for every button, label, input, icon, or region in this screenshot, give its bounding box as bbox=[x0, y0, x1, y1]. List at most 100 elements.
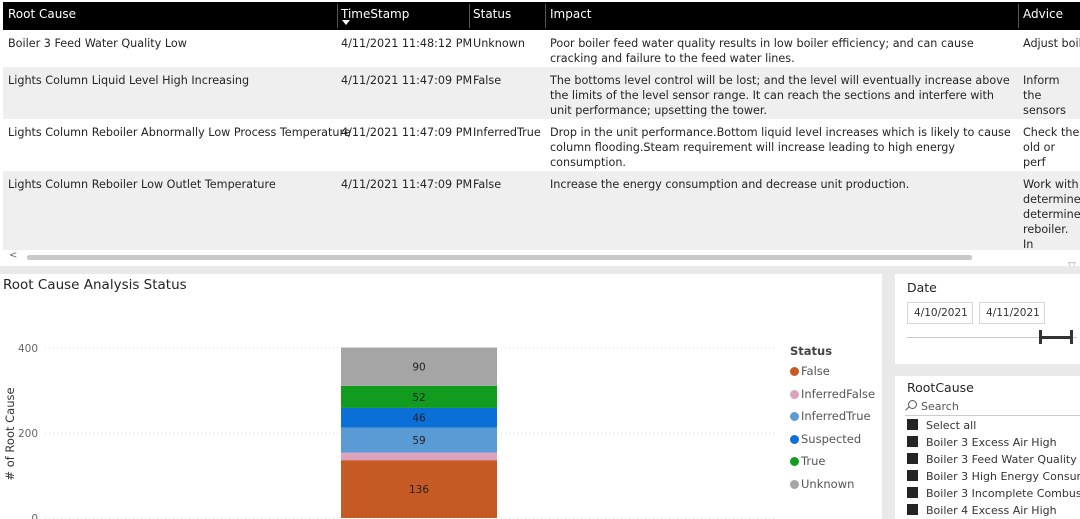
slicer-item-label: Boiler 4 Excess Air High bbox=[926, 504, 1057, 517]
search-icon bbox=[908, 400, 917, 409]
legend-swatch bbox=[790, 367, 799, 376]
range-start-handle[interactable] bbox=[1039, 330, 1042, 344]
column-divider[interactable] bbox=[469, 4, 470, 28]
legend-label: Unknown bbox=[801, 477, 855, 491]
cell-root-cause: Lights Column Reboiler Abnormally Low Pr… bbox=[8, 126, 351, 139]
search-input[interactable] bbox=[921, 399, 1079, 413]
checkbox[interactable] bbox=[907, 470, 918, 481]
table-row[interactable]: Lights Column Liquid Level High Increasi… bbox=[3, 67, 1080, 119]
end-date-input[interactable]: 4/11/2021 bbox=[979, 302, 1045, 324]
legend-label: InferredFalse bbox=[801, 386, 876, 401]
slicer-item-label: Boiler 3 Incomplete Combust bbox=[926, 487, 1080, 500]
legend-title: Status bbox=[790, 344, 833, 358]
column-divider[interactable] bbox=[337, 4, 338, 28]
slicer-item[interactable]: Boiler 3 Feed Water Quality Lo bbox=[907, 453, 1080, 466]
y-tick-label: 400 bbox=[18, 343, 38, 355]
root-cause-table: Root Cause TimeStamp Status Impact Advic… bbox=[0, 0, 1080, 266]
cell-timestamp: 4/11/2021 11:47:09 PM bbox=[341, 126, 473, 139]
slicer-item-label: Select all bbox=[926, 419, 977, 432]
data-label: 90 bbox=[412, 362, 425, 374]
slicer-item-select-all[interactable]: Select all bbox=[907, 419, 976, 432]
column-header-status[interactable]: Status bbox=[473, 7, 511, 21]
column-divider[interactable] bbox=[1018, 4, 1019, 28]
date-range-selection[interactable] bbox=[1040, 336, 1072, 339]
checkbox[interactable] bbox=[907, 504, 918, 515]
data-label: 59 bbox=[412, 435, 425, 447]
legend-swatch bbox=[790, 434, 799, 444]
range-end-handle[interactable] bbox=[1070, 330, 1073, 344]
table-row[interactable]: Lights Column Reboiler Abnormally Low Pr… bbox=[3, 119, 1080, 171]
scrollbar-thumb[interactable] bbox=[27, 255, 972, 260]
cell-status: False bbox=[473, 74, 502, 87]
legend-swatch bbox=[790, 480, 799, 489]
legend-swatch bbox=[790, 457, 799, 467]
data-label: 136 bbox=[409, 484, 429, 496]
cell-impact: The bottoms level control will be lost; … bbox=[550, 74, 1010, 117]
cell-timestamp: 4/11/2021 11:48:12 PM bbox=[341, 37, 473, 50]
y-tick-label: 200 bbox=[18, 428, 38, 440]
legend-label: False bbox=[801, 364, 830, 378]
column-header-advice[interactable]: Advice bbox=[1023, 7, 1063, 21]
table-row[interactable]: Lights Column Reboiler Low Outlet Temper… bbox=[3, 171, 1080, 251]
slicer-item-label: Boiler 3 Excess Air High bbox=[926, 436, 1057, 449]
horizontal-scrollbar[interactable]: < bbox=[3, 250, 1080, 264]
stacked-bar-chart: 0 200 400 # of Root Cause 136 59 46 52 90 bbox=[3, 343, 775, 519]
root-cause-status-chart: 0 200 400 # of Root Cause 136 59 46 52 90 Root C… bbox=[0, 274, 882, 519]
legend-item-inferredtrue[interactable]: InferredTrue bbox=[790, 409, 871, 423]
slicer-item[interactable]: Boiler 3 Incomplete Combust bbox=[907, 487, 1080, 500]
slicer-item-label: Boiler 3 Feed Water Quality Lo bbox=[926, 453, 1080, 466]
y-tick-label: 0 bbox=[31, 513, 38, 519]
column-header-impact[interactable]: Impact bbox=[550, 7, 592, 21]
cell-timestamp: 4/11/2021 11:47:09 PM bbox=[341, 178, 473, 191]
cell-status: False bbox=[473, 178, 502, 191]
legend-item-true[interactable]: True bbox=[790, 454, 825, 468]
cell-root-cause: Lights Column Reboiler Low Outlet Temper… bbox=[8, 178, 276, 191]
date-slicer-title: Date bbox=[907, 280, 937, 295]
filter-icon[interactable]: ▽ bbox=[1068, 261, 1076, 266]
sort-descending-icon[interactable] bbox=[342, 20, 350, 25]
cell-advice: Inform the sensors are values. bbox=[1023, 74, 1066, 117]
checkbox[interactable] bbox=[907, 419, 918, 430]
slicer-item-label: Boiler 3 High Energy Consum bbox=[926, 470, 1080, 483]
table-row[interactable]: Boiler 3 Feed Water Quality Low 4/11/202… bbox=[3, 30, 1080, 67]
legend-label: InferredTrue bbox=[801, 409, 871, 424]
checkbox[interactable] bbox=[907, 487, 918, 498]
rootcause-slicer-title: RootCause bbox=[907, 380, 974, 395]
y-axis-label: # of Root Cause bbox=[3, 387, 17, 480]
legend-item-unknown[interactable]: Unknown bbox=[790, 477, 854, 491]
legend-label: True bbox=[801, 454, 826, 469]
slicer-item[interactable]: Boiler 3 Excess Air High bbox=[907, 436, 1057, 449]
column-header-timestamp[interactable]: TimeStamp bbox=[341, 7, 409, 21]
slicer-item[interactable]: Boiler 3 High Energy Consum bbox=[907, 470, 1080, 483]
bar-segment-inferredfalse bbox=[341, 452, 497, 461]
legend-item-suspected[interactable]: Suspected bbox=[790, 432, 861, 446]
checkbox[interactable] bbox=[907, 453, 918, 464]
cell-advice: Check the old or perf enhance it. bbox=[1023, 126, 1080, 169]
cell-impact: Poor boiler feed water quality results i… bbox=[550, 37, 974, 65]
checkbox[interactable] bbox=[907, 436, 918, 447]
cell-timestamp: 4/11/2021 11:47:09 PM bbox=[341, 74, 473, 87]
slicer-item[interactable]: Boiler 4 Excess Air High bbox=[907, 504, 1057, 517]
cell-impact: Drop in the unit performance.Bottom liqu… bbox=[550, 126, 1011, 169]
data-label: 46 bbox=[412, 413, 426, 425]
rootcause-slicer: RootCause Select all Boiler 3 Excess Air… bbox=[895, 376, 1080, 519]
start-date-input[interactable]: 4/10/2021 bbox=[907, 302, 973, 324]
column-divider[interactable] bbox=[545, 4, 546, 28]
legend-item-inferredfalse[interactable]: InferredFalse bbox=[790, 387, 875, 401]
legend-label: Suspected bbox=[801, 431, 862, 446]
cell-impact: Increase the energy consumption and decr… bbox=[550, 178, 910, 191]
scroll-left-icon[interactable]: < bbox=[9, 250, 17, 261]
cell-root-cause: Lights Column Liquid Level High Increasi… bbox=[8, 74, 250, 87]
table-header: Root Cause TimeStamp Status Impact Advic… bbox=[3, 2, 1080, 30]
chart-title: Root Cause Analysis Status bbox=[3, 277, 187, 293]
cell-advice: Work with determine determine reboiler. … bbox=[1023, 178, 1080, 251]
data-label: 52 bbox=[412, 392, 425, 404]
legend-item-false[interactable]: False bbox=[790, 364, 830, 378]
cell-root-cause: Boiler 3 Feed Water Quality Low bbox=[8, 37, 187, 50]
column-header-root-cause[interactable]: Root Cause bbox=[8, 7, 76, 21]
legend-swatch bbox=[790, 412, 799, 422]
date-slicer: Date 4/10/2021 4/11/2021 bbox=[895, 274, 1080, 364]
legend-swatch bbox=[790, 389, 799, 399]
cell-advice: Adjust boil bbox=[1023, 37, 1080, 50]
cell-status: InferredTrue bbox=[473, 126, 541, 139]
